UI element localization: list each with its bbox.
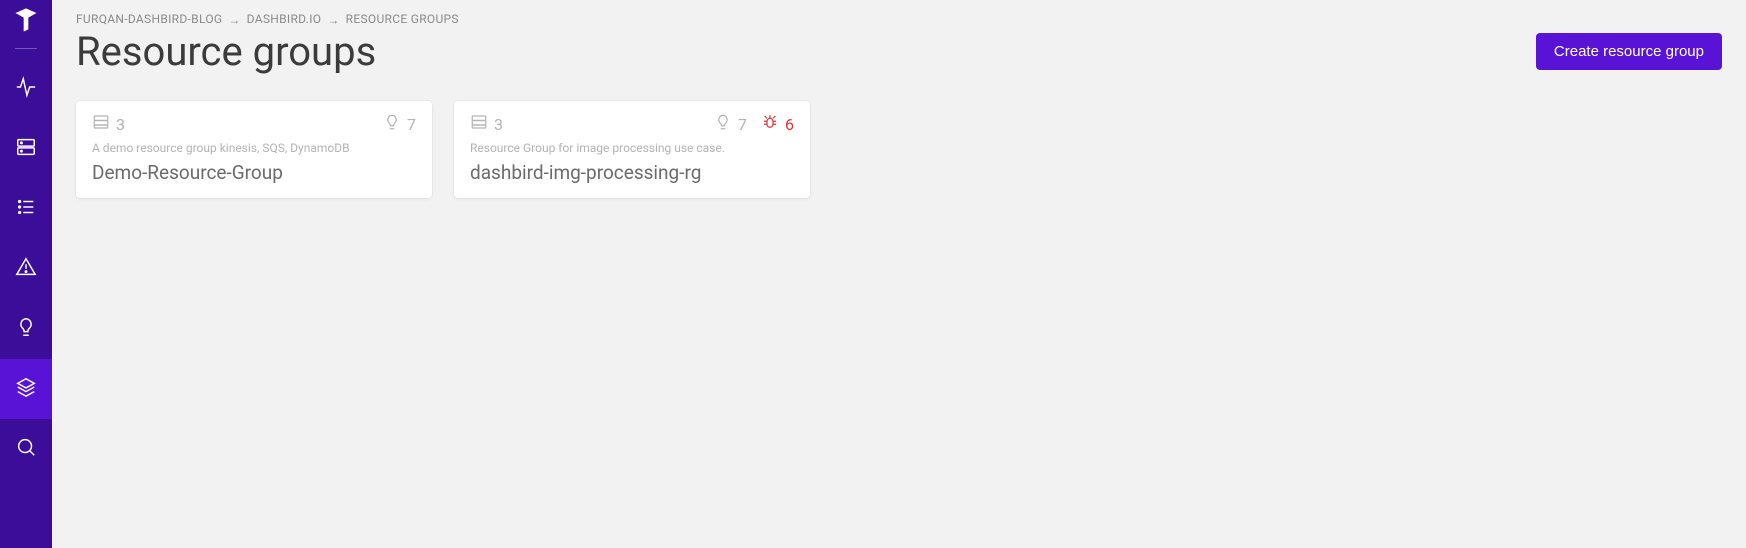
sidebar-item-inventory[interactable] bbox=[0, 119, 52, 179]
insights-stat: 7 bbox=[714, 113, 747, 135]
database-icon bbox=[470, 113, 488, 135]
sidebar-item-monitoring[interactable] bbox=[0, 59, 52, 119]
database-icon bbox=[92, 113, 110, 135]
activity-icon bbox=[15, 76, 37, 102]
errors-count: 6 bbox=[785, 115, 794, 134]
bug-icon bbox=[761, 113, 779, 135]
resources-stat: 3 bbox=[470, 113, 503, 135]
page-title: Resource groups bbox=[76, 28, 376, 75]
insights-stat: 7 bbox=[383, 113, 416, 135]
breadcrumb-item[interactable]: DASHBIRD.IO bbox=[247, 12, 322, 26]
insights-count: 7 bbox=[738, 115, 747, 134]
dashbird-logo-icon bbox=[12, 6, 40, 38]
chevron-right-icon: → bbox=[228, 13, 240, 27]
create-resource-group-button[interactable]: Create resource group bbox=[1536, 33, 1722, 70]
layers-icon bbox=[15, 376, 37, 402]
sidebar bbox=[0, 0, 52, 548]
resources-count: 3 bbox=[116, 115, 125, 134]
breadcrumb: FURQAN-DASHBIRD-BLOG → DASHBIRD.IO → RES… bbox=[76, 12, 1722, 26]
card-right-stats: 7 bbox=[383, 113, 416, 135]
card-name: dashbird-img-processing-rg bbox=[470, 161, 794, 184]
card-stats-row: 3 7 6 bbox=[470, 113, 794, 135]
page-header: Resource groups Create resource group bbox=[76, 28, 1722, 75]
card-stats-row: 3 7 bbox=[92, 113, 416, 135]
server-icon bbox=[15, 136, 37, 162]
sidebar-item-search[interactable] bbox=[0, 419, 52, 479]
lightbulb-icon bbox=[714, 113, 732, 135]
insights-count: 7 bbox=[407, 115, 416, 134]
list-icon bbox=[15, 196, 37, 222]
lightbulb-icon bbox=[383, 113, 401, 135]
logo-block bbox=[0, 0, 52, 59]
errors-stat: 6 bbox=[761, 113, 794, 135]
breadcrumb-item[interactable]: FURQAN-DASHBIRD-BLOG bbox=[76, 12, 222, 26]
app-root: FURQAN-DASHBIRD-BLOG → DASHBIRD.IO → RES… bbox=[0, 0, 1746, 548]
main-content: FURQAN-DASHBIRD-BLOG → DASHBIRD.IO → RES… bbox=[52, 0, 1746, 548]
breadcrumb-item[interactable]: RESOURCE GROUPS bbox=[346, 12, 459, 26]
resource-group-card[interactable]: 3 7 6 bbox=[454, 101, 810, 198]
sidebar-item-alerts[interactable] bbox=[0, 239, 52, 299]
sidebar-item-logs[interactable] bbox=[0, 179, 52, 239]
sidebar-item-insights[interactable] bbox=[0, 299, 52, 359]
chevron-right-icon: → bbox=[327, 13, 339, 27]
sidebar-item-resource-groups[interactable] bbox=[0, 359, 52, 419]
resource-group-card[interactable]: 3 7 A demo resource group kinesis, SQS, … bbox=[76, 101, 432, 198]
resources-count: 3 bbox=[494, 115, 503, 134]
lightbulb-icon bbox=[15, 316, 37, 342]
card-description: Resource Group for image processing use … bbox=[470, 141, 794, 155]
alert-triangle-icon bbox=[15, 256, 37, 282]
card-name: Demo-Resource-Group bbox=[92, 161, 416, 184]
logo-divider bbox=[15, 48, 37, 49]
resources-stat: 3 bbox=[92, 113, 125, 135]
search-icon bbox=[15, 436, 37, 462]
card-right-stats: 7 6 bbox=[714, 113, 794, 135]
resource-group-cards: 3 7 A demo resource group kinesis, SQS, … bbox=[76, 101, 1722, 198]
card-description: A demo resource group kinesis, SQS, Dyna… bbox=[92, 141, 416, 155]
